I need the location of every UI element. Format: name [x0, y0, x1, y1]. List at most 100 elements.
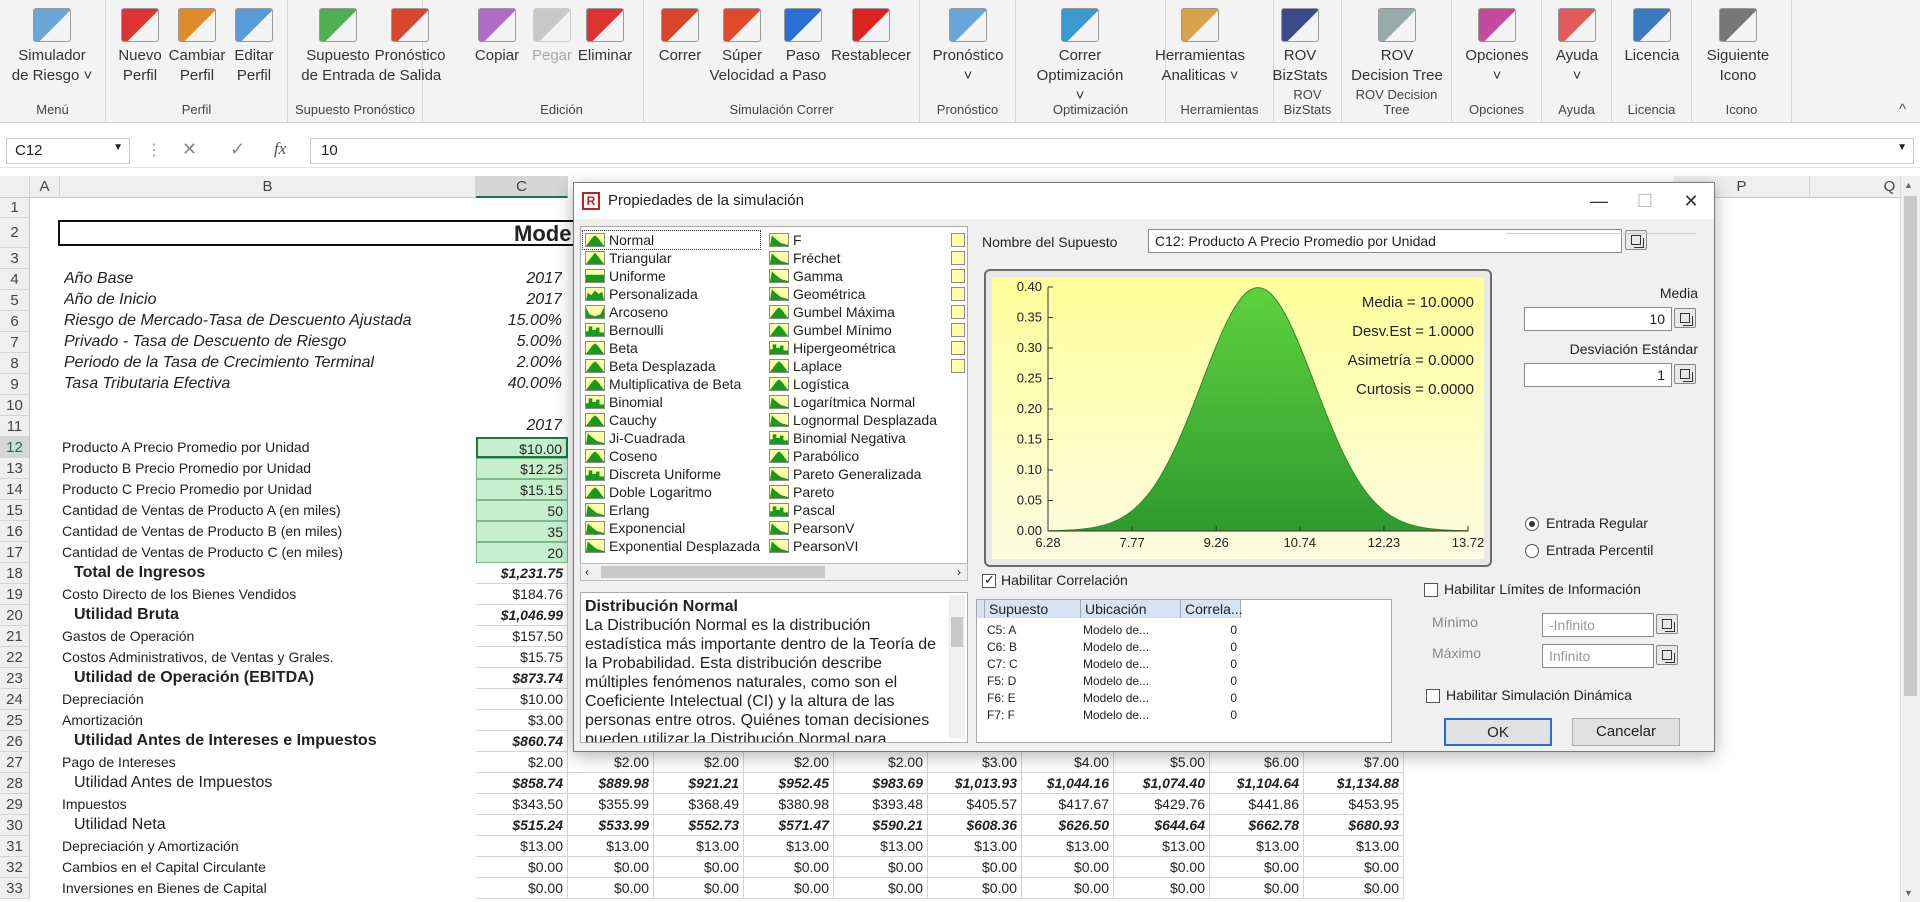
cell-value[interactable]: $13.00	[834, 836, 928, 857]
decision-tree-button[interactable]: ROV Decision Tree	[1351, 8, 1443, 86]
row-header-24[interactable]: 24	[0, 689, 30, 710]
cell-value[interactable]: $405.57	[928, 794, 1022, 815]
corr-row[interactable]: F6: E Modelo de... 0	[977, 690, 1391, 707]
row-header-13[interactable]: 13	[0, 458, 30, 479]
distribution-item[interactable]: Exponencial	[583, 519, 760, 537]
name-box[interactable]: C12 ▼	[6, 138, 130, 164]
param-value[interactable]: 5.00%	[476, 332, 562, 352]
column-header-Q[interactable]: Q	[1810, 176, 1900, 198]
bizstats-button[interactable]: ROV BizStats	[1254, 8, 1346, 86]
cell-value[interactable]: $889.98	[568, 773, 654, 794]
cell-value[interactable]: $0.00	[1210, 878, 1304, 899]
row-header-4[interactable]: 4	[0, 269, 30, 290]
row-header-29[interactable]: 29	[0, 794, 30, 815]
cell-value[interactable]: $608.36	[928, 815, 1022, 836]
column-header-B[interactable]: B	[60, 176, 476, 198]
cell-value[interactable]: $0.00	[928, 878, 1022, 899]
param-value[interactable]: 40.00%	[476, 374, 562, 394]
row-header-8[interactable]: 8	[0, 353, 30, 374]
max-copy-button[interactable]	[1656, 645, 1678, 665]
cell-value[interactable]: $4.00	[1022, 752, 1114, 773]
collapse-ribbon-button[interactable]: ^	[1899, 101, 1906, 118]
distribution-item[interactable]: PearsonV	[767, 519, 937, 537]
cell-value[interactable]: $0.00	[834, 857, 928, 878]
cell-c16[interactable]: 35	[476, 521, 568, 542]
distribution-item[interactable]: Hipergeométrica	[767, 339, 937, 357]
cell-value[interactable]: $6.00	[1210, 752, 1304, 773]
cell-value[interactable]: $0.00	[1114, 878, 1210, 899]
cell-value[interactable]: $13.00	[1114, 836, 1210, 857]
row-header-16[interactable]: 16	[0, 521, 30, 542]
close-button[interactable]: ✕	[1668, 183, 1714, 219]
cell-value[interactable]: $368.49	[654, 794, 744, 815]
distribution-item[interactable]: Gumbel Máxima	[767, 303, 937, 321]
distribution-item[interactable]: Beta	[583, 339, 760, 357]
row-header-28[interactable]: 28	[0, 773, 30, 794]
cell-value[interactable]: $13.00	[1304, 836, 1404, 857]
row-header-32[interactable]: 32	[0, 857, 30, 878]
output-forecast-button[interactable]: Pronóstico de Salida	[364, 8, 456, 86]
cell-c20[interactable]: $1,046.99	[476, 605, 568, 626]
param-value[interactable]: 2017	[476, 269, 562, 289]
enable-dynamic-checkbox[interactable]	[1426, 689, 1440, 703]
cell-value[interactable]: $380.98	[744, 794, 834, 815]
sd-input[interactable]: 1	[1524, 363, 1672, 387]
cell-c19[interactable]: $184.76	[476, 584, 568, 605]
cell-value[interactable]: $13.00	[1210, 836, 1304, 857]
analytical-tools-button[interactable]: Herramientas Analiticas ˅	[1154, 8, 1246, 86]
row-header-21[interactable]: 21	[0, 626, 30, 647]
cell-c32[interactable]: $0.00	[476, 857, 568, 878]
distribution-item[interactable]: Discreta Uniforme	[583, 465, 760, 483]
formula-input[interactable]: 10 ▼	[310, 138, 1914, 164]
insert-function-button[interactable]: fx	[274, 139, 286, 159]
cell-value[interactable]: $0.00	[834, 878, 928, 899]
distribution-item[interactable]: Personalizada	[583, 285, 760, 303]
distribution-item[interactable]: Arcoseno	[583, 303, 760, 321]
row-header-25[interactable]: 25	[0, 710, 30, 731]
license-button[interactable]: Licencia	[1606, 8, 1698, 66]
distribution-item[interactable]: Parabólico	[767, 447, 937, 465]
dialog-title-bar[interactable]: R Propiedades de la simulación — ☐ ✕	[574, 183, 1714, 219]
distribution-item[interactable]: Pareto	[767, 483, 937, 501]
cell-value[interactable]: $355.99	[568, 794, 654, 815]
row-header-31[interactable]: 31	[0, 836, 30, 857]
reset-button[interactable]: Restablecer	[825, 8, 917, 66]
column-header-C[interactable]: C	[476, 176, 568, 198]
row-header-19[interactable]: 19	[0, 584, 30, 605]
cancel-button[interactable]: Cancelar	[1572, 718, 1680, 746]
cell-c23[interactable]: $873.74	[476, 668, 568, 689]
cell-value[interactable]: $0.00	[928, 857, 1022, 878]
cell-value[interactable]: $429.76	[1114, 794, 1210, 815]
cell-value[interactable]: $453.95	[1304, 794, 1404, 815]
corr-row[interactable]: C6: B Modelo de... 0	[977, 639, 1391, 656]
cell-c28[interactable]: $858.74	[476, 773, 568, 794]
cell-c21[interactable]: $157.50	[476, 626, 568, 647]
risk-simulator-button[interactable]: Simulador de Riesgo ˅	[6, 8, 98, 86]
cell-value[interactable]: $417.67	[1022, 794, 1114, 815]
distribution-item[interactable]: Beta Desplazada	[583, 357, 760, 375]
cell-value[interactable]: $0.00	[654, 857, 744, 878]
distribution-item[interactable]: Erlang	[583, 501, 760, 519]
cell-value[interactable]: $1,013.93	[928, 773, 1022, 794]
cell-c22[interactable]: $15.75	[476, 647, 568, 668]
cell-value[interactable]: $0.00	[654, 878, 744, 899]
corr-row[interactable]: F7: F Modelo de... 0	[977, 707, 1391, 724]
optimization-button[interactable]: Correr Optimización ˅	[1034, 8, 1126, 106]
distribution-item[interactable]: Doble Logaritmo	[583, 483, 760, 501]
cell-value[interactable]: $1,134.88	[1304, 773, 1404, 794]
param-value[interactable]: 2017	[476, 290, 562, 310]
row-header-2[interactable]: 2	[0, 218, 30, 248]
cell-c29[interactable]: $343.50	[476, 794, 568, 815]
distribution-item[interactable]: Ji-Cuadrada	[583, 429, 760, 447]
select-all-corner[interactable]	[0, 176, 30, 198]
cell-c18[interactable]: $1,231.75	[476, 563, 568, 584]
cell-value[interactable]: $441.86	[1210, 794, 1304, 815]
enter-formula-button[interactable]: ✓	[230, 139, 245, 160]
cell-value[interactable]: $0.00	[744, 878, 834, 899]
cell-value[interactable]: $983.69	[834, 773, 928, 794]
cell-value[interactable]: $0.00	[744, 857, 834, 878]
distribution-item[interactable]: Bernoulli	[583, 321, 760, 339]
mean-copy-button[interactable]	[1674, 308, 1696, 328]
correlation-table[interactable]: Supuesto Ubicación Correla... C5: A Modelo d…	[976, 599, 1392, 743]
distribution-item[interactable]: Gamma	[767, 267, 937, 285]
